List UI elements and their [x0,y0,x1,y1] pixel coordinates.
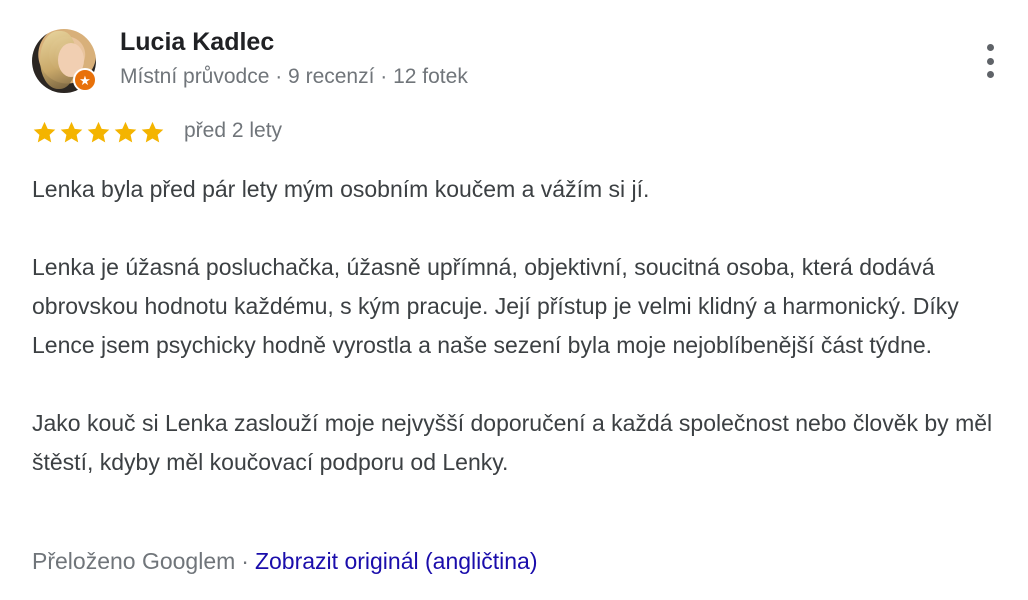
review-paragraph: Jako kouč si Lenka zaslouží moje nejvyšš… [32,410,993,475]
local-guide-badge-icon: ★ [73,68,97,92]
review-paragraph: Lenka je úžasná posluchačka, úžasně upří… [32,254,959,358]
reviewer-meta: Místní průvodce · 9 recenzí · 12 fotek [120,65,468,88]
show-original-link[interactable]: Zobrazit originál (angličtina) [255,548,538,574]
star-filled-icon [33,121,56,142]
more-options-button[interactable] [976,40,1004,82]
separator: · [241,548,249,574]
star-rating [32,116,165,148]
review-paragraph: Lenka byla před pár lety mým osobním kou… [32,176,650,202]
review-card: ★ Lucia Kadlec Místní průvodce · 9 recen… [0,0,1028,600]
star-filled-icon [87,121,110,142]
review-date: před 2 lety [184,119,283,142]
translated-by-google-label: Přeloženo Googlem [32,548,236,574]
more-vert-icon-dot [986,57,994,65]
more-vert-icon-dot [986,71,994,78]
star-filled-icon [60,121,83,142]
review-text: Lenka byla před pár lety mým osobním kou… [32,170,1002,482]
reviewer-name[interactable]: Lucia Kadlec [120,28,274,57]
translation-note: Přeloženo Googlem · Zobrazit originál (ang… [32,548,537,575]
star-filled-icon [141,121,164,142]
star-filled-icon [114,121,137,142]
more-vert-icon-dot [986,44,994,51]
